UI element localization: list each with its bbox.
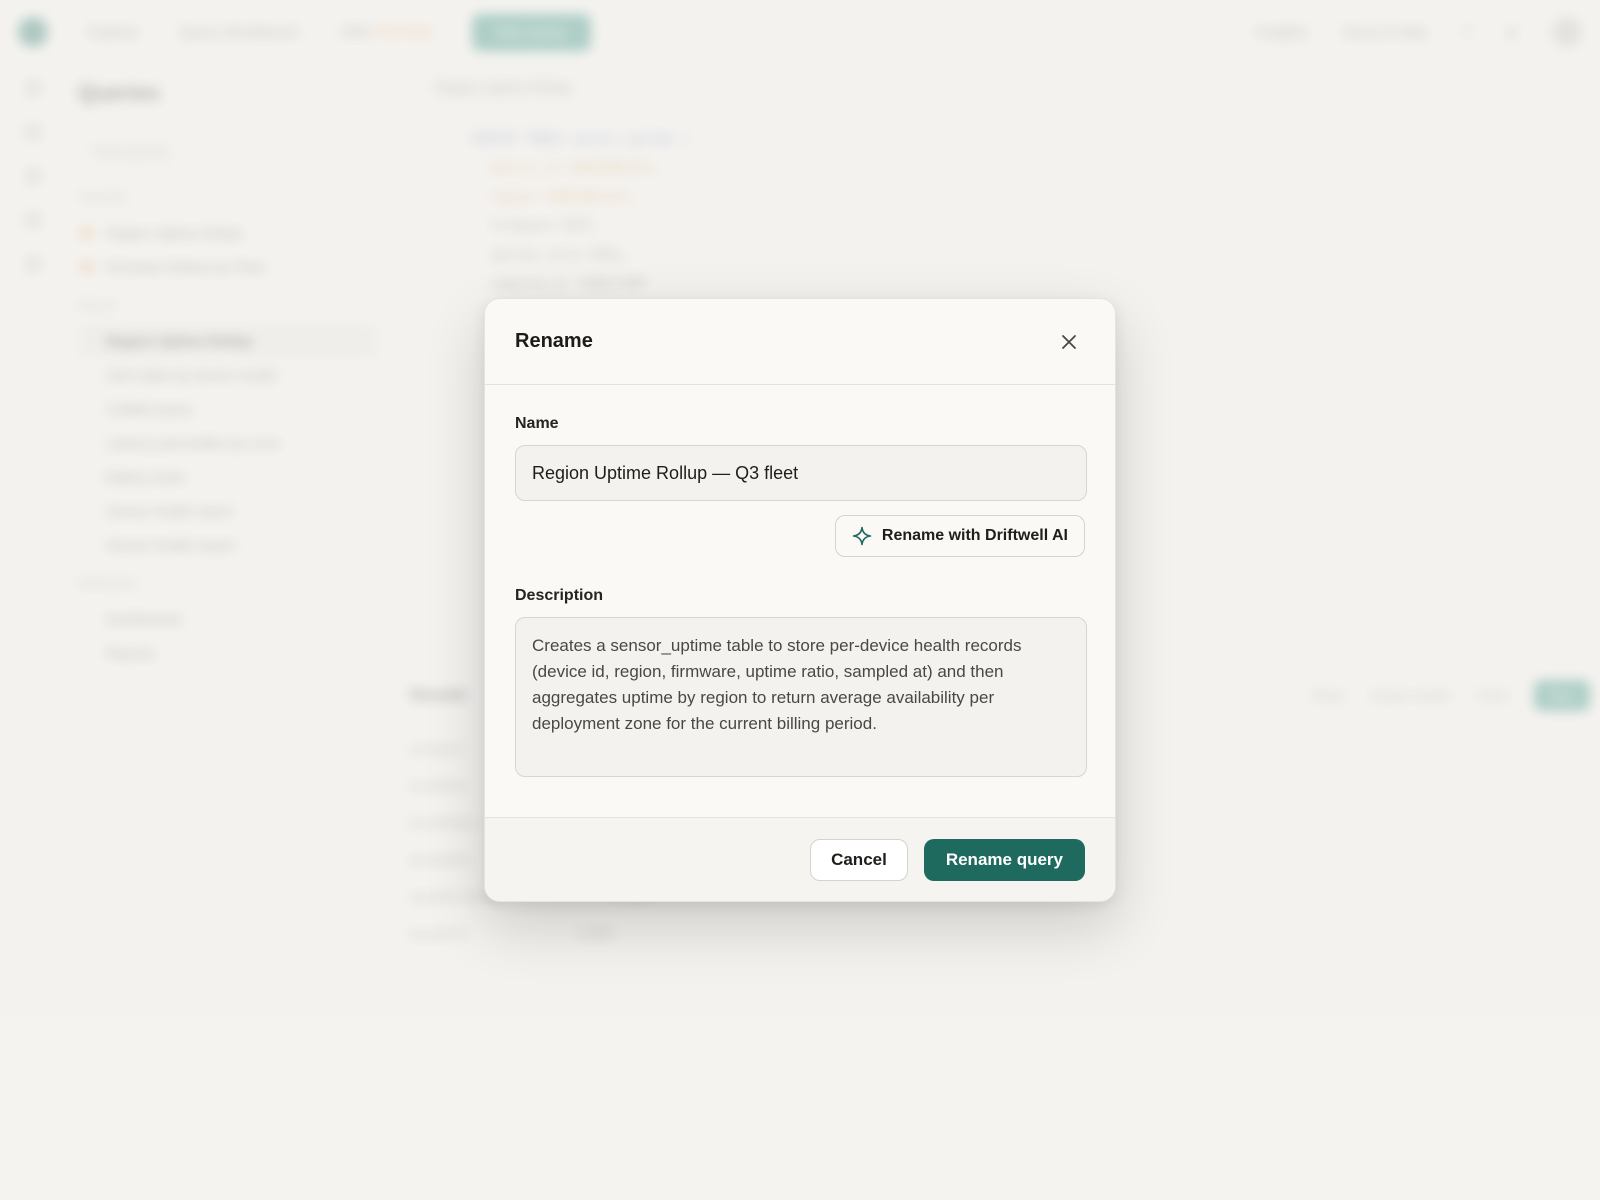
ai-row: Rename with Driftwell AI xyxy=(515,515,1085,557)
dialog-title: Rename xyxy=(515,330,593,352)
dialog-footer: Cancel Rename query xyxy=(485,817,1115,901)
rename-query-button[interactable]: Rename query xyxy=(923,838,1085,881)
description-textarea[interactable]: Creates a sensor_uptime table to store p… xyxy=(515,617,1087,777)
rename-dialog: Rename Name Rename with Driftwell AI Des… xyxy=(484,298,1116,902)
description-label: Description xyxy=(515,587,604,604)
rename-with-ai-button[interactable]: Rename with Driftwell AI xyxy=(834,515,1085,557)
dialog-header: Rename xyxy=(485,299,1115,385)
rename-with-ai-label: Rename with Driftwell AI xyxy=(881,527,1068,544)
dialog-body: Name Rename with Driftwell AI Descriptio… xyxy=(485,385,1115,819)
close-button[interactable] xyxy=(1053,326,1085,358)
cancel-button[interactable]: Cancel xyxy=(810,838,908,881)
name-label: Name xyxy=(515,415,559,432)
close-icon xyxy=(1062,334,1076,349)
name-input[interactable] xyxy=(515,445,1087,501)
sparkle-icon xyxy=(852,526,872,546)
